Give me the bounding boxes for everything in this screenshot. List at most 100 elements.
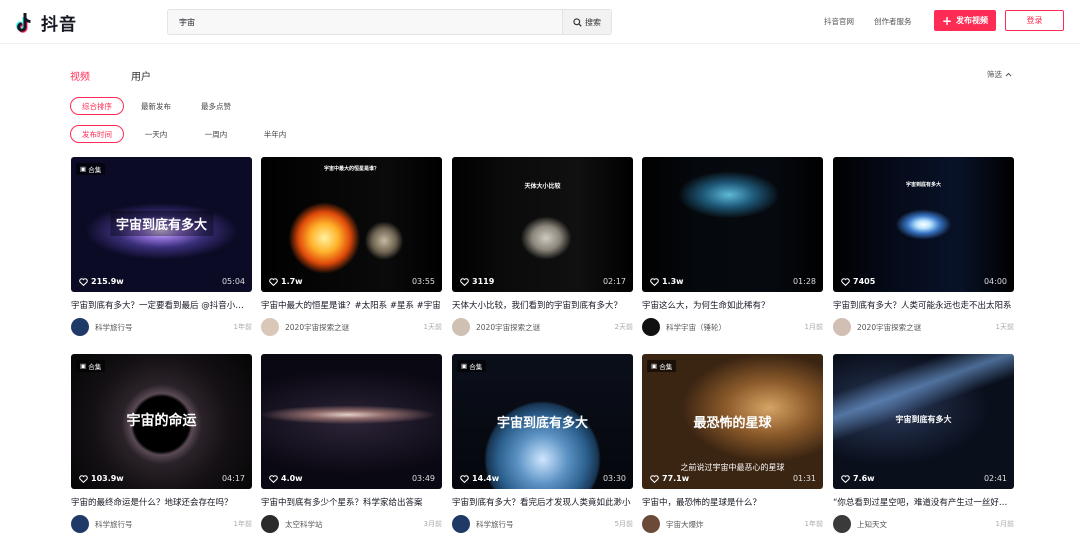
avatar[interactable]	[452, 515, 470, 533]
publish-time: 1月前	[804, 323, 823, 331]
video-title[interactable]: 宇宙这么大，为何生命如此稀有？	[642, 299, 823, 311]
video-title[interactable]: 宇宙中，最恐怖的星球是什么？	[642, 496, 823, 508]
time-filter-week[interactable]: 一周内	[196, 125, 236, 143]
video-thumbnail[interactable]: 宇宙中最大的恒星是谁？ 1.7w 03:55	[261, 157, 442, 292]
publish-time: 1天前	[995, 323, 1014, 331]
video-thumbnail[interactable]: ▣ 合集 最恐怖的星球 之前说过宇宙中最恶心的星球 77.1w 01:31	[642, 354, 823, 489]
chip-label: 最多点赞	[201, 101, 231, 111]
video-title[interactable]: “你总看到过星空吧，难道没有产生过一丝好奇？	[833, 496, 1014, 508]
creator-service-link[interactable]: 创作者服务	[874, 16, 912, 27]
chevron-up-icon	[1005, 72, 1012, 77]
search-bar: 搜索	[167, 9, 612, 35]
heart-icon	[460, 474, 469, 483]
search-button[interactable]: 搜索	[562, 10, 611, 34]
video-thumbnail[interactable]: 1.3w 01:28	[642, 157, 823, 292]
video-duration: 03:55	[411, 277, 435, 286]
filter-toggle-label: 筛选	[987, 70, 1002, 79]
avatar[interactable]	[642, 318, 660, 336]
collection-badge: ▣ 合集	[457, 360, 487, 372]
video-title[interactable]: 天体大小比较，我们看到的宇宙到底有多大？	[452, 299, 633, 311]
caption-text: 宇宙到底有多大	[496, 416, 588, 431]
heart-icon	[79, 474, 88, 483]
time-filter-day[interactable]: 一天内	[136, 125, 176, 143]
author-row: 2020宇宙探索之谜 2天前	[452, 318, 633, 336]
like-count: 1.7w	[269, 277, 303, 286]
search-input[interactable]	[168, 10, 562, 34]
author-row: 科学旅行号 1年前	[71, 318, 252, 336]
sort-comprehensive[interactable]: 综合排序	[70, 97, 124, 115]
tab-users[interactable]: 用户	[131, 68, 151, 83]
collection-badge: ▣ 合集	[76, 163, 106, 175]
sort-latest[interactable]: 最新发布	[132, 97, 180, 115]
author-name[interactable]: 2020宇宙探索之谜	[857, 322, 996, 333]
douyin-logo[interactable]: 抖音	[16, 10, 77, 35]
chip-label: 发布时间	[82, 129, 112, 139]
tiktok-note-icon	[16, 10, 38, 34]
video-title[interactable]: 宇宙的最终命运是什么？地球还会存在吗？	[71, 496, 252, 508]
author-name[interactable]: 科学旅行号	[95, 322, 234, 333]
time-filter-publish[interactable]: 发布时间	[70, 125, 124, 143]
publish-time: 3月前	[423, 520, 442, 528]
author-name[interactable]: 科学旅行号	[476, 519, 615, 530]
video-duration: 03:49	[411, 474, 435, 483]
like-count-text: 4.0w	[281, 474, 303, 483]
badge-label: 合集	[659, 363, 673, 371]
sort-most-liked[interactable]: 最多点赞	[192, 97, 240, 115]
filter-toggle[interactable]: 筛选	[987, 69, 1012, 80]
avatar[interactable]	[71, 515, 89, 533]
avatar[interactable]	[71, 318, 89, 336]
login-button[interactable]: 登录	[1005, 10, 1064, 31]
publish-time: 2天前	[614, 323, 633, 331]
heart-icon	[650, 277, 659, 286]
badge-label: 合集	[88, 363, 102, 371]
avatar[interactable]	[642, 515, 660, 533]
video-title[interactable]: 宇宙到底有多大？一定要看到最后 @抖音小助手	[71, 299, 252, 311]
video-title[interactable]: 宇宙到底有多大？人类可能永远也走不出太阳系	[833, 299, 1014, 311]
chip-label: 半年内	[263, 129, 287, 139]
author-name[interactable]: 太空科学站	[285, 519, 424, 530]
video-duration: 05:04	[221, 277, 245, 286]
avatar[interactable]	[833, 318, 851, 336]
like-count: 14.4w	[460, 474, 499, 483]
author-name[interactable]: 2020宇宙探索之谜	[476, 322, 615, 333]
time-filter-half-year[interactable]: 半年内	[255, 125, 295, 143]
like-count-text: 77.1w	[662, 474, 690, 483]
caption-text: 天体大小比较	[524, 183, 561, 190]
author-name[interactable]: 2020宇宙探索之谜	[285, 322, 424, 333]
avatar[interactable]	[452, 318, 470, 336]
thumbnail-caption: 宇宙的命运	[71, 410, 252, 430]
author-row: 宇宙大爆炸 1年前	[642, 515, 823, 533]
avatar[interactable]	[261, 515, 279, 533]
video-title[interactable]: 宇宙中到底有多少个星系？科学家给出答案	[261, 496, 442, 508]
author-name[interactable]: 科学旅行号	[95, 519, 234, 530]
video-thumbnail[interactable]: ▣ 合集 宇宙到底有多大 215.9w 05:04	[71, 157, 252, 292]
video-thumbnail[interactable]: 4.0w 03:49	[261, 354, 442, 489]
like-count: 4.0w	[269, 474, 303, 483]
author-name[interactable]: 宇宙大爆炸	[666, 519, 805, 530]
heart-icon	[269, 474, 278, 483]
like-count-text: 7405	[853, 277, 876, 286]
video-title[interactable]: 宇宙中最大的恒星是谁？#太阳系 #星系 #宇宙	[261, 299, 442, 311]
author-row: 太空科学站 3月前	[261, 515, 442, 533]
video-thumbnail[interactable]: 天体大小比较 3119 02:17	[452, 157, 633, 292]
avatar[interactable]	[833, 515, 851, 533]
caption-text: 宇宙中最大的恒星是谁？	[323, 166, 379, 172]
caption-text: 宇宙到底有多大	[115, 218, 208, 233]
badge-label: 合集	[469, 363, 483, 371]
publish-time: 1年前	[233, 520, 252, 528]
like-count-text: 103.9w	[91, 474, 124, 483]
author-name[interactable]: 上知天文	[857, 519, 996, 530]
author-name[interactable]: 科学宇宙（锤轮）	[666, 322, 805, 333]
video-thumbnail[interactable]: ▣ 合集 宇宙的命运 103.9w 04:17	[71, 354, 252, 489]
video-thumbnail[interactable]: 宇宙到底有多大 7.6w 02:41	[833, 354, 1014, 489]
avatar[interactable]	[261, 318, 279, 336]
top-header: 抖音 搜索 抖音官网 创作者服务 + 发布视频 登录	[0, 0, 1080, 44]
video-thumbnail[interactable]: 宇宙到底有多大 7405 04:00	[833, 157, 1014, 292]
subtitle-text: 之前说过宇宙中最恶心的星球	[680, 463, 785, 472]
video-thumbnail[interactable]: ▣ 合集 宇宙到底有多大 14.4w 03:30	[452, 354, 633, 489]
video-title[interactable]: 宇宙到底有多大？看完后才发现人类竟如此渺小	[452, 496, 633, 508]
official-site-link[interactable]: 抖音官网	[824, 16, 854, 27]
tab-videos[interactable]: 视频	[70, 68, 90, 83]
upload-video-button[interactable]: + 发布视频	[934, 10, 996, 31]
caption-text: 宇宙到底有多大	[895, 415, 952, 424]
